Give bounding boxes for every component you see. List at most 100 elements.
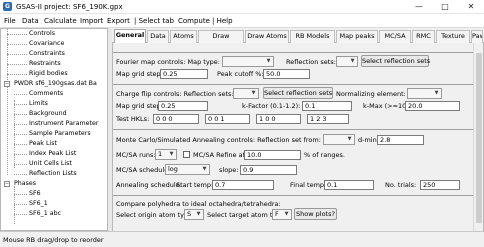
- mcsa-schedule-select[interactable]: log ▼: [165, 164, 210, 175]
- test-hkl-input[interactable]: 1 2 3: [307, 114, 349, 124]
- charge-flip-refl-sets-select[interactable]: ▼: [233, 88, 259, 99]
- tab-atoms[interactable]: Atoms: [170, 30, 197, 43]
- tree-connector: [7, 34, 27, 35]
- ranges-label: % of ranges.: [304, 151, 345, 159]
- charge-flip-select-refl-sets-button[interactable]: Select reflection sets: [263, 87, 333, 99]
- tree-item-rigid-bodies[interactable]: Rigid bodies: [29, 69, 68, 79]
- normalizing-element-label: Normalizing element:: [336, 90, 406, 98]
- test-hkl-input[interactable]: 0 0 0: [153, 114, 199, 124]
- fourier-grid-step-input[interactable]: 0.25: [160, 69, 208, 79]
- section-divider: [113, 52, 473, 53]
- final-temp-input[interactable]: 0.1: [324, 180, 374, 190]
- mcsa-runs-label: MC/SA runs:: [116, 151, 156, 159]
- tree-item-phase-sf6-1-abc[interactable]: SF6_1 abc: [29, 209, 61, 219]
- tab-rmc[interactable]: RMC: [412, 30, 435, 43]
- menu-calculate[interactable]: Calculate: [44, 16, 77, 26]
- menu-compute[interactable]: Compute: [178, 16, 210, 26]
- chevron-down-icon: ▼: [169, 151, 174, 157]
- k-factor-label: k-Factor (0.1-1.2):: [242, 102, 301, 110]
- title-bar[interactable]: G GSAS-II project: SF6_190K.gpx — □ ✕: [0, 0, 484, 14]
- maximize-button[interactable]: □: [432, 0, 458, 14]
- tree-item-background[interactable]: Background: [29, 109, 67, 119]
- mcsa-label: Monte Carlo/Simulated Annealing controls…: [116, 136, 321, 144]
- no-trials-input[interactable]: 250: [420, 180, 460, 190]
- tree-item-limits[interactable]: Limits: [29, 99, 48, 109]
- tree-item-sample-parameters[interactable]: Sample Parameters: [29, 129, 91, 139]
- tab-rb-models[interactable]: RB Models: [290, 30, 335, 43]
- fourier-refl-sets-select[interactable]: ▼: [336, 56, 358, 67]
- k-factor-input[interactable]: 0.1: [302, 101, 352, 111]
- minimize-button[interactable]: —: [406, 0, 432, 14]
- tree-item-reflection-lists[interactable]: Reflection Lists: [29, 169, 77, 179]
- mcsa-runs-value: 1: [158, 150, 163, 158]
- fourier-label: Fourier map controls: Map type:: [116, 58, 220, 66]
- test-hkl-input[interactable]: 0 0 1: [205, 114, 250, 124]
- tree-item-index-peak-list[interactable]: Index Peak List: [29, 149, 76, 159]
- scrollbar-thumb[interactable]: [476, 53, 482, 223]
- tab-texture[interactable]: Texture: [436, 30, 470, 43]
- tab-draw-options[interactable]: Draw Options: [198, 30, 244, 51]
- target-atom-value: F: [275, 210, 279, 218]
- tree-item-peak-list[interactable]: Peak List: [29, 139, 57, 149]
- chevron-down-icon: ▼: [196, 211, 201, 217]
- app-icon: G: [3, 2, 12, 11]
- charge-flip-grid-step-input[interactable]: 0.25: [158, 101, 208, 111]
- show-plots-button[interactable]: Show plots?: [294, 208, 337, 220]
- tab-map-peaks[interactable]: Map peaks: [336, 30, 378, 43]
- fourier-refl-sets-label: Reflection sets:: [286, 58, 336, 66]
- tab-data[interactable]: Data: [147, 30, 169, 43]
- chevron-down-icon: ▼: [266, 58, 271, 64]
- tab-pawley[interactable]: Pawley: [471, 30, 483, 43]
- tree-connector: [14, 114, 27, 115]
- mcsa-refine-input[interactable]: 10.0: [244, 150, 301, 160]
- normalizing-element-select[interactable]: ▼: [407, 88, 442, 99]
- tree-item-controls[interactable]: Controls: [29, 29, 55, 39]
- tree-item-restraints[interactable]: Restraints: [29, 59, 61, 69]
- k-max-input[interactable]: 20.0: [405, 101, 460, 111]
- menu-help[interactable]: | Help: [212, 16, 233, 26]
- tree-item-comments[interactable]: Comments: [29, 89, 63, 99]
- data-tree[interactable]: Controls Covariance Constraints Restrain…: [0, 28, 108, 231]
- mcsa-refine-label: MC/SA Refine at: [193, 151, 246, 159]
- test-hkl-input[interactable]: 1 0 0: [256, 114, 301, 124]
- tree-item-instrument-parameters[interactable]: Instrument Parameter: [29, 119, 98, 129]
- menu-select-tab[interactable]: | Select tab: [134, 16, 174, 26]
- tree-item-constraints[interactable]: Constraints: [29, 49, 65, 59]
- tree-item-phase-sf6-1[interactable]: SF6_1: [29, 199, 48, 209]
- mcsa-refl-set-select[interactable]: ▼: [323, 134, 355, 145]
- d-min-input[interactable]: 2.8: [377, 135, 424, 145]
- test-hkls-label: Test HKLs:: [116, 115, 150, 123]
- collapse-icon[interactable]: −: [4, 181, 10, 187]
- status-bar: Mouse RB drag/drop to reorder: [0, 231, 484, 247]
- tab-bar: General Data Atoms Draw Options Draw Ato…: [112, 28, 484, 51]
- close-button[interactable]: ✕: [458, 0, 484, 14]
- vertical-scrollbar[interactable]: [473, 43, 483, 231]
- collapse-icon[interactable]: −: [4, 81, 10, 87]
- mcsa-runs-select[interactable]: 1 ▼: [155, 149, 177, 160]
- map-type-select[interactable]: ▼: [222, 56, 274, 67]
- tab-general[interactable]: General: [114, 29, 146, 44]
- menu-import[interactable]: Import: [80, 16, 103, 26]
- tree-item-unit-cells-list[interactable]: Unit Cells List: [29, 159, 72, 169]
- target-atom-select[interactable]: F ▼: [272, 209, 292, 220]
- annealing-label: Annealing schedule:: [116, 181, 182, 189]
- fourier-select-refl-sets-button[interactable]: Select reflection sets: [361, 55, 430, 67]
- start-temp-input[interactable]: 0.7: [212, 180, 274, 190]
- tree-item-pwdr[interactable]: PWDR sf6_190gsas.dat Ba: [14, 79, 97, 89]
- tab-mc-sa[interactable]: MC/SA: [379, 30, 411, 43]
- peak-cutoff-input[interactable]: 50.0: [263, 69, 310, 79]
- tree-item-phases[interactable]: Phases: [14, 179, 36, 189]
- origin-atom-select[interactable]: S ▼: [184, 209, 204, 220]
- slope-input[interactable]: 0.9: [240, 165, 297, 175]
- menu-data[interactable]: Data: [22, 16, 39, 26]
- tree-item-covariance[interactable]: Covariance: [29, 39, 64, 49]
- chevron-down-icon: ▼: [347, 136, 352, 142]
- mcsa-refine-checkbox[interactable]: [183, 151, 190, 158]
- menu-export[interactable]: Export: [107, 16, 130, 26]
- menu-file[interactable]: File: [4, 16, 16, 26]
- tree-item-phase-sf6[interactable]: SF6: [29, 189, 41, 199]
- d-min-label: d-min:: [358, 136, 379, 144]
- tab-draw-atoms[interactable]: Draw Atoms: [245, 30, 289, 43]
- menu-bar: File Data Calculate Import Export | Sele…: [0, 14, 484, 28]
- tree-connector: [7, 44, 27, 45]
